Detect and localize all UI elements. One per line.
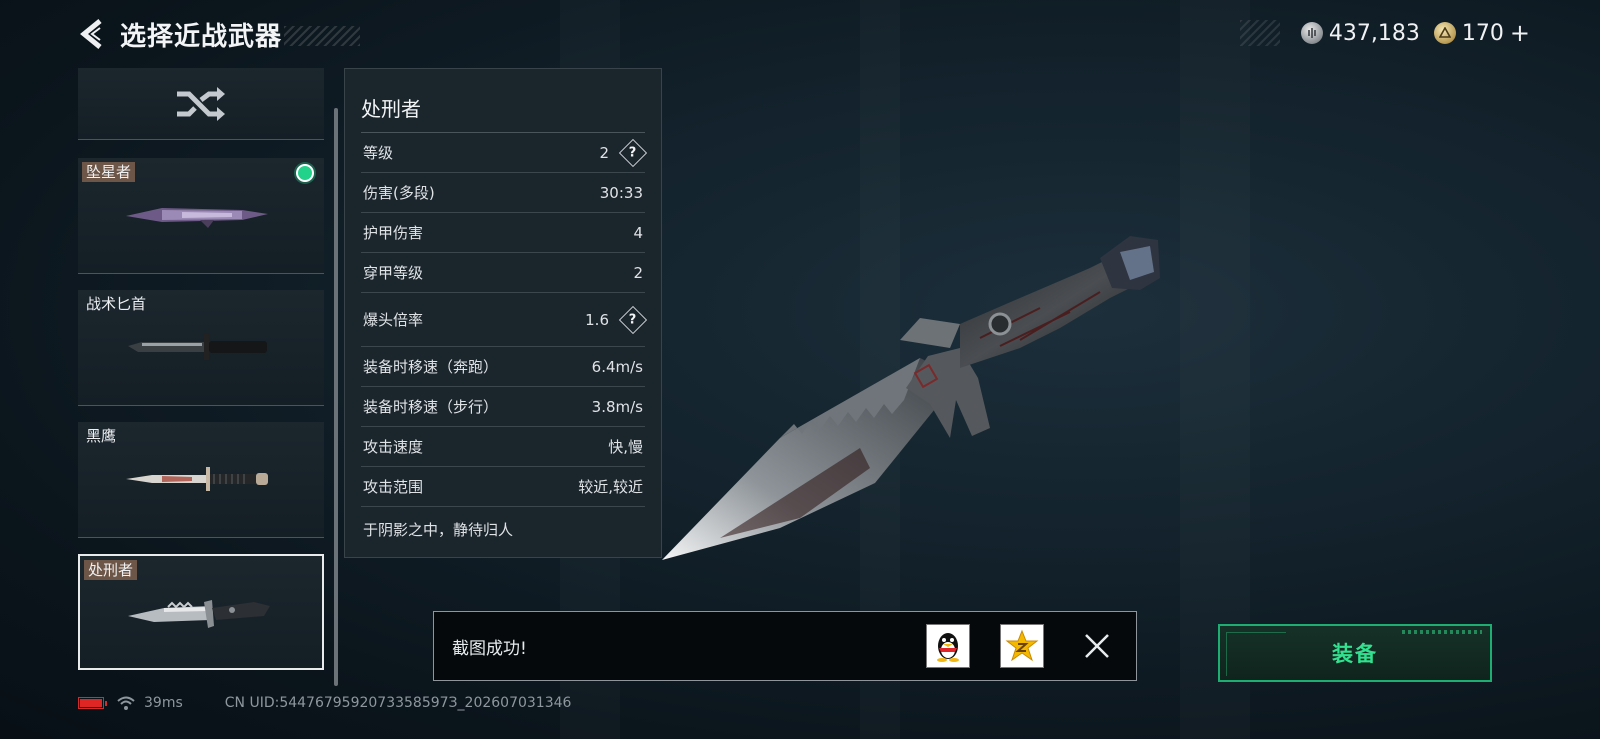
currency-bar: 437,183 170 +: [1240, 19, 1530, 47]
weapon-name: 战术匕首: [86, 295, 147, 313]
stat-row-attack-range: 攻击范围 较近,较近: [361, 467, 645, 507]
weapon-name: 坠星者: [82, 162, 136, 182]
stat-value: 快,慢: [608, 438, 643, 456]
stat-row-walk-speed: 装备时移速（步行） 3.8m/s: [361, 387, 645, 427]
stat-row-run-speed: 装备时移速（奔跑） 6.4m/s: [361, 347, 645, 387]
weapon-stats-panel: 处刑者 等级 2 ? 伤害(多段) 30:33 护甲伤害 4 穿甲等级 2 爆头…: [344, 68, 662, 558]
ping-latency: 39ms: [144, 695, 183, 711]
weapon-stats-title: 处刑者: [361, 93, 645, 133]
back-button[interactable]: [78, 16, 106, 52]
button-decoration: [1226, 632, 1286, 676]
list-scrollbar[interactable]: [334, 108, 338, 686]
divider: [78, 273, 324, 274]
stat-label: 攻击范围: [363, 478, 424, 496]
stat-label: 穿甲等级: [363, 264, 424, 282]
stat-label: 装备时移速（步行）: [363, 398, 499, 416]
title-decoration: [284, 26, 361, 46]
equipped-indicator: [296, 164, 314, 182]
header: 选择近战武器: [78, 16, 361, 52]
gold-coin-value: 170: [1461, 20, 1504, 46]
close-icon: [1085, 634, 1109, 658]
blackhawk-knife-icon: [126, 467, 268, 491]
share-qq-button[interactable]: [926, 624, 970, 668]
stat-label: 装备时移速（奔跑）: [363, 358, 499, 376]
tactical-knife-icon: [128, 334, 267, 360]
share-qzone-button[interactable]: [1000, 624, 1044, 668]
toast-message: 截图成功!: [452, 638, 527, 659]
silver-coin-icon: [1300, 22, 1323, 44]
gold-coin-icon: [1433, 22, 1456, 44]
battery-icon: [78, 697, 107, 709]
weapon-name: 处刑者: [84, 560, 138, 580]
user-uid: CN UID:5447679592073358597З_202607031346: [224, 695, 572, 711]
page-title: 选择近战武器: [120, 21, 283, 52]
weapon-name: 黑鹰: [86, 427, 117, 445]
shuffle-icon: [177, 87, 225, 121]
help-icon[interactable]: ?: [618, 305, 648, 334]
qzone-star-icon: [1005, 629, 1039, 662]
equip-button-label: 装备: [1332, 642, 1378, 666]
silver-coin-value: 437,183: [1328, 20, 1420, 46]
stat-label: 攻击速度: [363, 438, 424, 456]
qq-penguin-icon: [937, 633, 959, 662]
wifi-icon: [117, 696, 135, 710]
stat-value: 30:33: [599, 183, 643, 202]
stat-row-armor-damage: 护甲伤害 4: [361, 213, 645, 253]
stat-row-headshot: 爆头倍率 1.6 ?: [361, 293, 648, 347]
screenshot-toast: 截图成功!: [433, 611, 1137, 681]
equip-button[interactable]: 装备: [1218, 624, 1492, 682]
stat-value: 3.8m/s: [591, 397, 643, 416]
stat-label: 伤害(多段): [363, 184, 435, 202]
divider: [78, 405, 324, 406]
stat-value: 1.6: [585, 310, 609, 329]
stat-value: 2: [599, 143, 609, 162]
close-toast-button[interactable]: [1080, 629, 1114, 663]
divider: [78, 139, 324, 140]
stat-value: 6.4m/s: [591, 357, 643, 376]
chevron-left-icon: [80, 19, 102, 49]
help-icon[interactable]: ?: [618, 138, 648, 167]
status-footer: 39ms CN UID:5447679592073358597З_2026070…: [78, 693, 571, 713]
knife-preview-image[interactable]: [660, 228, 1170, 568]
divider: [78, 537, 324, 538]
stat-row-attack-speed: 攻击速度 快,慢: [361, 427, 645, 467]
starfall-knife-icon: [126, 208, 268, 228]
stat-row-penetration: 穿甲等级 2: [361, 253, 645, 293]
weapon-flavor-text: 于阴影之中，静待归人: [363, 521, 514, 539]
button-decoration: [1402, 630, 1482, 634]
stat-value: 较近,较近: [578, 478, 643, 496]
weapon-list: 坠星者 战术匕首 黑鹰 处刑者: [78, 68, 330, 686]
stat-label: 护甲伤害: [363, 224, 424, 242]
weapon-card-tactical[interactable]: 战术匕首: [78, 290, 324, 406]
help-glyph: ?: [629, 144, 637, 160]
stat-label: 爆头倍率: [363, 311, 424, 329]
weapon-card-blackhawk[interactable]: 黑鹰: [78, 422, 324, 538]
stat-row-damage: 伤害(多段) 30:33: [361, 173, 645, 213]
stat-row-level: 等级 2 ?: [361, 133, 648, 173]
executioner-knife-icon: [128, 600, 270, 628]
stat-label: 等级: [363, 144, 394, 162]
weapon-card-starfall[interactable]: 坠星者: [78, 158, 324, 274]
help-glyph: ?: [629, 311, 637, 327]
stat-value: 4: [633, 223, 643, 242]
stat-value: 2: [633, 263, 643, 282]
weapon-card-executioner[interactable]: 处刑者: [78, 554, 324, 670]
add-currency-button[interactable]: +: [1510, 19, 1530, 47]
random-weapon-card[interactable]: [78, 68, 324, 140]
